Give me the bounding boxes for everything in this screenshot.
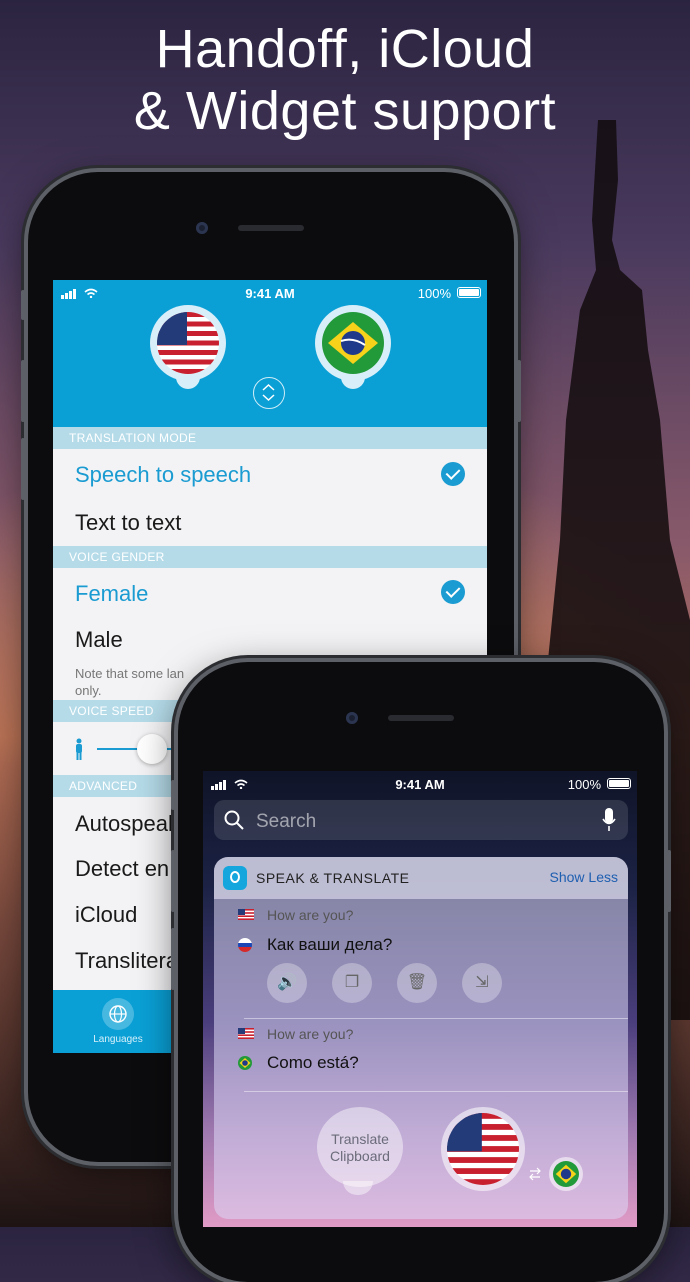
us-flag-icon bbox=[238, 909, 254, 920]
russia-flag-icon bbox=[238, 938, 252, 952]
brazil-flag-icon bbox=[238, 1056, 252, 1070]
app-icon bbox=[223, 866, 247, 890]
speaker-icon[interactable]: 🔊 bbox=[267, 963, 307, 1003]
battery-icon bbox=[607, 778, 631, 789]
battery-percent: 100% bbox=[567, 777, 601, 792]
us-flag-icon bbox=[447, 1113, 519, 1185]
power-button bbox=[667, 850, 671, 912]
option-speech-to-speech[interactable]: Speech to speech bbox=[75, 462, 251, 488]
us-flag-icon bbox=[238, 1028, 254, 1039]
checkmark-icon bbox=[441, 462, 465, 486]
earpiece bbox=[238, 225, 304, 231]
status-bar: 9:41 AM 100% bbox=[53, 280, 487, 306]
widget-app-name: SPEAK & TRANSLATE bbox=[256, 870, 410, 886]
section-translation-mode: TRANSLATION MODE bbox=[53, 427, 487, 449]
divider bbox=[244, 1091, 628, 1092]
search-input[interactable]: Search bbox=[256, 811, 316, 833]
us-flag-icon bbox=[157, 312, 219, 374]
search-bar[interactable]: Search bbox=[214, 800, 628, 840]
delete-icon[interactable]: 🗑 bbox=[397, 963, 437, 1003]
option-male[interactable]: Male bbox=[75, 627, 123, 653]
front-camera bbox=[196, 222, 208, 234]
battery-percent: 100% bbox=[417, 286, 451, 301]
share-icon[interactable]: ⇲ bbox=[462, 963, 502, 1003]
search-icon bbox=[224, 810, 244, 830]
battery-icon bbox=[457, 287, 481, 298]
mute-switch bbox=[171, 780, 175, 810]
speed-slider-thumb[interactable] bbox=[137, 734, 167, 764]
note-line2: only. bbox=[75, 683, 102, 698]
option-female[interactable]: Female bbox=[75, 581, 148, 607]
clipboard-label-line2: Clipboard bbox=[330, 1148, 390, 1164]
target-language-mini-button[interactable] bbox=[549, 1157, 583, 1191]
widget-screen: 9:41 AM 100% Search SPEAK & TRANSLATE Sh… bbox=[203, 771, 637, 1227]
show-less-button[interactable]: Show Less bbox=[550, 869, 618, 885]
language-header: 9:41 AM 100% bbox=[53, 280, 487, 427]
option-icloud[interactable]: iCloud bbox=[75, 902, 137, 928]
swap-languages-button[interactable] bbox=[253, 377, 285, 409]
section-voice-gender: VOICE GENDER bbox=[53, 546, 487, 568]
volume-down bbox=[171, 928, 175, 990]
status-bar: 9:41 AM 100% bbox=[203, 771, 637, 797]
brazil-flag-icon bbox=[322, 312, 384, 374]
divider bbox=[244, 1018, 628, 1019]
translate-widget: SPEAK & TRANSLATE Show Less How are you?… bbox=[214, 857, 628, 1219]
translation-target[interactable]: Как ваши дела? bbox=[267, 935, 392, 955]
headline-line2: & Widget support bbox=[133, 81, 557, 141]
power-button bbox=[517, 360, 521, 422]
brazil-flag-icon bbox=[553, 1161, 579, 1187]
swap-arrows-icon[interactable] bbox=[528, 1167, 542, 1181]
mute-switch bbox=[21, 290, 25, 320]
chevron-up-down-icon bbox=[262, 383, 275, 402]
option-transliteration[interactable]: Translitera bbox=[75, 948, 178, 974]
copy-icon[interactable]: ❐ bbox=[332, 963, 372, 1003]
note-line1: Note that some lan bbox=[75, 666, 185, 681]
translation-source[interactable]: How are you? bbox=[267, 1026, 353, 1042]
option-autospeak[interactable]: Autospeak bbox=[75, 811, 179, 837]
volume-up bbox=[171, 850, 175, 912]
target-language-button[interactable] bbox=[315, 305, 391, 389]
translation-source[interactable]: How are you? bbox=[267, 907, 353, 923]
headline: Handoff, iCloud & Widget support bbox=[0, 18, 690, 142]
volume-up bbox=[21, 360, 25, 422]
translate-clipboard-label[interactable]: Translate Clipboard bbox=[317, 1131, 403, 1165]
front-camera bbox=[346, 712, 358, 724]
tab-languages[interactable]: Languages bbox=[83, 1034, 153, 1045]
speak-button[interactable] bbox=[441, 1107, 525, 1191]
translation-target[interactable]: Como está? bbox=[267, 1053, 359, 1073]
microphone-icon[interactable] bbox=[602, 808, 616, 832]
option-detect-end[interactable]: Detect en bbox=[75, 856, 169, 882]
clipboard-label-line1: Translate bbox=[331, 1131, 389, 1147]
option-text-to-text[interactable]: Text to text bbox=[75, 510, 181, 536]
globe-icon[interactable] bbox=[102, 998, 134, 1030]
volume-down bbox=[21, 438, 25, 500]
headline-line1: Handoff, iCloud bbox=[155, 19, 535, 79]
earpiece bbox=[388, 715, 454, 721]
checkmark-icon bbox=[441, 580, 465, 604]
widget-header: SPEAK & TRANSLATE Show Less bbox=[214, 857, 628, 899]
person-icon bbox=[76, 738, 82, 760]
source-language-button[interactable] bbox=[150, 305, 226, 389]
